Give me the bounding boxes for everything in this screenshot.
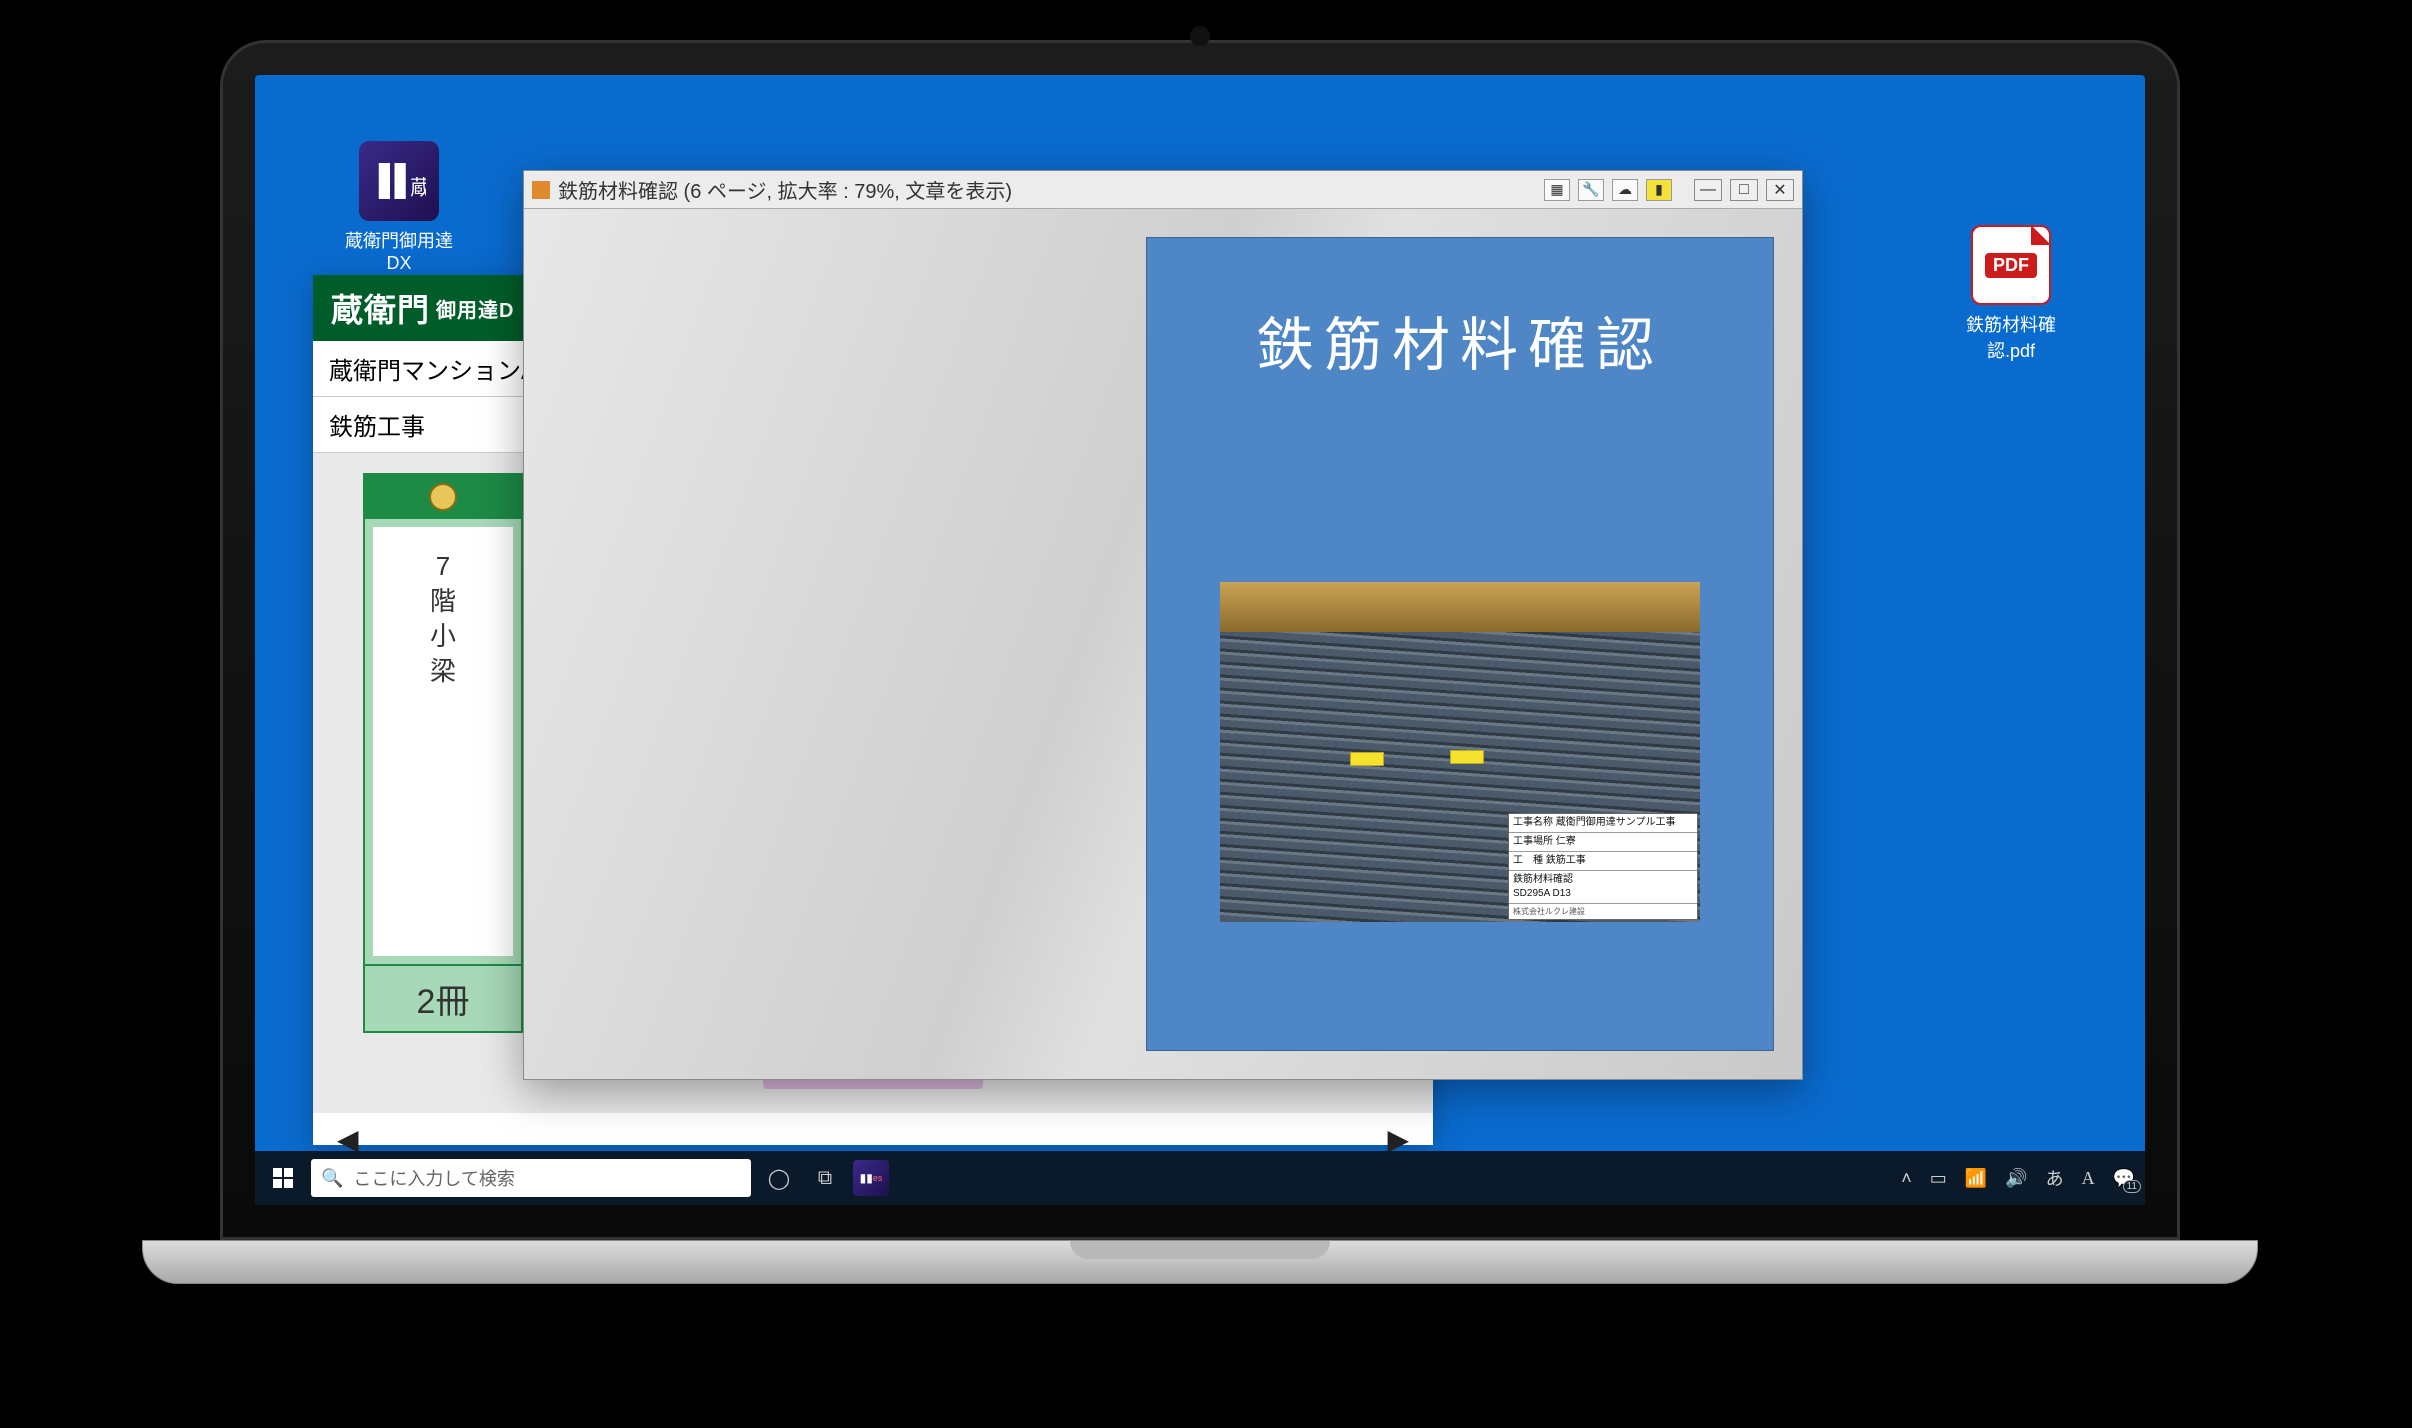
pin-icon[interactable]: ▮ bbox=[1646, 179, 1672, 201]
preview-title-text: 鉄筋材料確認 (6 ページ, 拡大率 : 79%, 文章を表示) bbox=[558, 175, 1012, 204]
maximize-button[interactable]: □ bbox=[1730, 179, 1758, 201]
key-icon[interactable]: 🔧 bbox=[1578, 179, 1604, 201]
minimize-button[interactable]: — bbox=[1694, 179, 1722, 201]
taskbar: 🔍 ここに入力して検索 ◯ ⧉ ▮▮es ˄ ▭ 📶 🔊 あ A 💬11 bbox=[255, 1151, 2145, 1205]
project-name: 蔵衛門マンションA bbox=[329, 351, 537, 386]
photo-info-panel: 工事名称 蔵衛門御用達サンプル工事 工事場所 仁寮 工 種 鉄筋工事 鉄筋材料確… bbox=[1508, 813, 1698, 920]
app-icon: 蔵 bbox=[359, 141, 439, 221]
cover-photo: 工事名称 蔵衛門御用達サンプル工事 工事場所 仁寮 工 種 鉄筋工事 鉄筋材料確… bbox=[1220, 582, 1700, 922]
book-label: 7 階 小 梁 bbox=[373, 527, 513, 956]
brand-text: 蔵衛門 bbox=[331, 285, 430, 331]
taskbar-pinned-kuraemon[interactable]: ▮▮es bbox=[853, 1160, 889, 1196]
search-placeholder: ここに入力して検索 bbox=[353, 1165, 514, 1191]
start-button[interactable] bbox=[265, 1160, 301, 1196]
preview-body: 鉄筋材料確認 工事名称 蔵衛門御用達サンプル工事 工事場所 仁寮 工 種 鉄筋工… bbox=[524, 209, 1802, 1079]
cortana-icon[interactable]: ◯ bbox=[761, 1160, 797, 1196]
task-view-icon[interactable]: ⧉ bbox=[807, 1160, 843, 1196]
ime-mode-icon[interactable]: A bbox=[2082, 1168, 2095, 1189]
tray-chevron-icon[interactable]: ˄ bbox=[1901, 1168, 1912, 1189]
taskbar-search[interactable]: 🔍 ここに入力して検索 bbox=[311, 1159, 751, 1197]
ime-hiragana-icon[interactable]: あ bbox=[2046, 1165, 2064, 1191]
category-name: 鉄筋工事 bbox=[329, 407, 425, 442]
cloud-icon[interactable]: ☁ bbox=[1612, 179, 1638, 201]
brand-sub: 御用達D bbox=[436, 294, 514, 323]
preview-page-left[interactable] bbox=[552, 237, 1122, 1051]
album-preview-window[interactable]: 鉄筋材料確認 (6 ページ, 拡大率 : 79%, 文章を表示) ▦ 🔧 ☁ ▮… bbox=[523, 170, 1803, 1080]
wifi-icon[interactable]: 📶 bbox=[1965, 1168, 1987, 1189]
book-spine-top bbox=[365, 475, 521, 519]
desktop-icon-pdf[interactable]: PDF 鉄筋材料確認.pdf bbox=[1951, 225, 2071, 363]
document-title: 鉄筋材料確認 bbox=[1256, 298, 1664, 382]
close-button[interactable]: ✕ bbox=[1766, 179, 1794, 201]
svg-text:蔵: 蔵 bbox=[410, 177, 426, 200]
system-tray: ˄ ▭ 📶 🔊 あ A 💬11 bbox=[1901, 1165, 2135, 1191]
desktop-screen: 蔵 蔵衛門御用達 DX PDF 鉄筋材料確認.pdf 蔵衛門 御用達D 蔵衛門マ… bbox=[255, 75, 2145, 1205]
desktop-icon-label: 蔵衛門御用達 DX bbox=[339, 227, 459, 274]
album-book[interactable]: 7 階 小 梁 2冊 bbox=[363, 473, 523, 1033]
preview-page-right[interactable]: 鉄筋材料確認 工事名称 蔵衛門御用達サンプル工事 工事場所 仁寮 工 種 鉄筋工… bbox=[1146, 237, 1774, 1051]
book-count: 2冊 bbox=[365, 964, 521, 1031]
search-icon: 🔍 bbox=[321, 1168, 343, 1189]
volume-icon[interactable]: 🔊 bbox=[2005, 1168, 2027, 1189]
preview-titlebar[interactable]: 鉄筋材料確認 (6 ページ, 拡大率 : 79%, 文章を表示) ▦ 🔧 ☁ ▮… bbox=[524, 171, 1802, 209]
pdf-icon: PDF bbox=[1971, 225, 2051, 305]
app-mark-icon bbox=[532, 181, 550, 199]
desktop-icon-label: 鉄筋材料確認.pdf bbox=[1951, 311, 2071, 363]
grid-icon[interactable]: ▦ bbox=[1544, 179, 1570, 201]
desktop-icon-kuraemon[interactable]: 蔵 蔵衛門御用達 DX bbox=[339, 141, 459, 274]
action-center-icon[interactable]: 💬11 bbox=[2113, 1168, 2135, 1189]
battery-icon[interactable]: ▭ bbox=[1930, 1168, 1947, 1189]
